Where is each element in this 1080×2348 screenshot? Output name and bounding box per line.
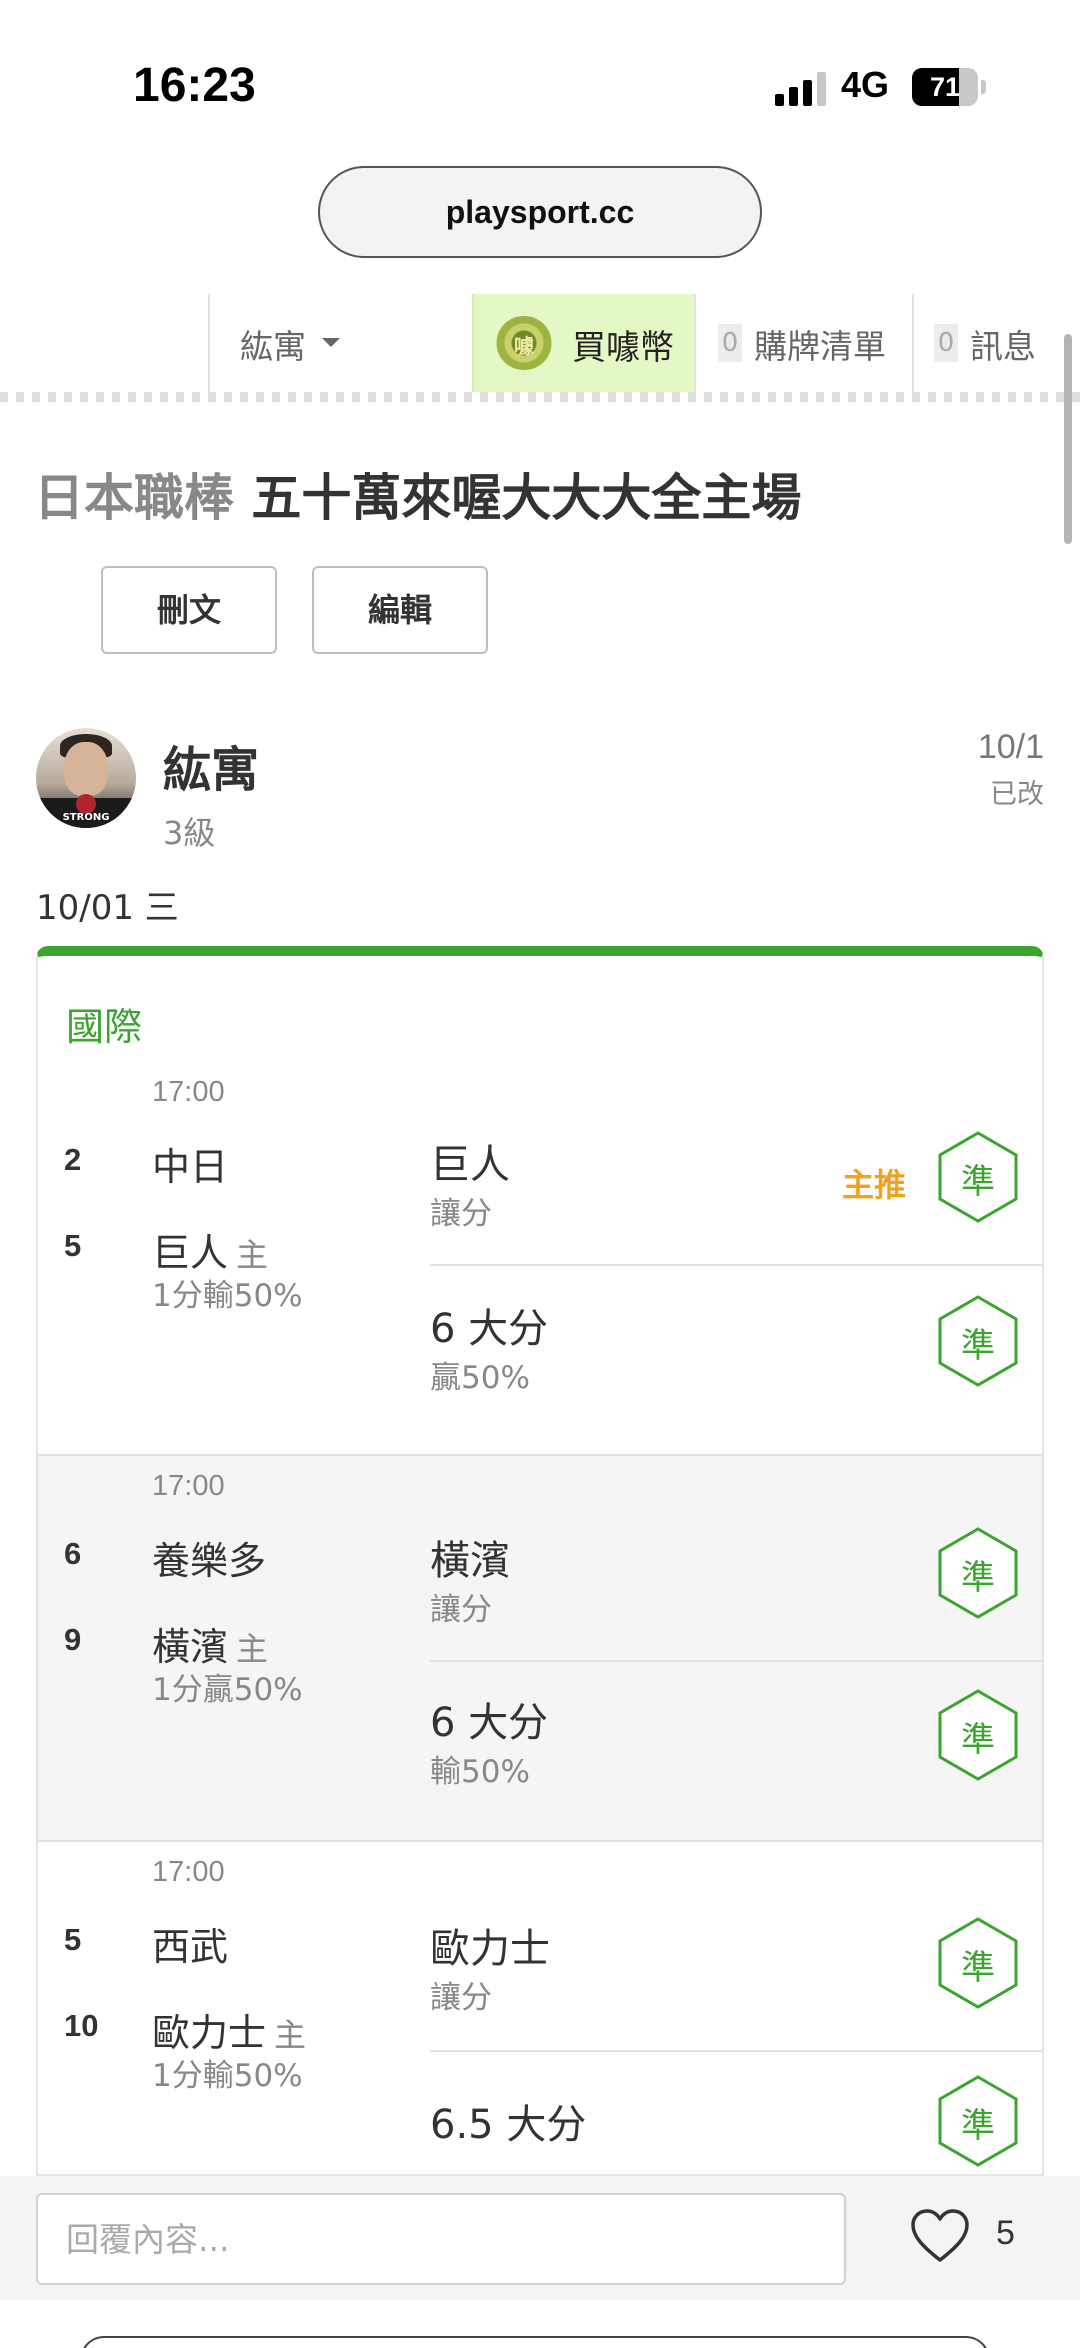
away-rank: 2 <box>64 1142 82 1177</box>
pick-type: 讓分 <box>430 1196 492 1232</box>
pick-total: 6 大分 <box>430 1700 549 1746</box>
pick-type: 讓分 <box>430 1980 492 2016</box>
signal-icon <box>775 72 827 106</box>
user-menu-label: 紘寓 <box>240 327 306 366</box>
game-row: 17:00 6 養樂多 9 橫濱主 1分贏50% 橫濱 讓分 準 6 大分 輸5… <box>38 1456 1042 1842</box>
status-bar: 16:23 4G 71 <box>0 0 1080 150</box>
avatar[interactable]: STRONG <box>36 728 136 828</box>
pick-team: 歐力士 <box>430 1926 550 1972</box>
hex-badge[interactable]: 準 <box>936 1526 1020 1620</box>
heart-icon <box>911 2209 969 2262</box>
reply-input[interactable] <box>36 2193 846 2285</box>
edited-badge: 已改 <box>990 779 1044 810</box>
total-pick: 6.5 大分 準 <box>430 2052 1042 2174</box>
pick-team: 橫濱 <box>430 1538 510 1584</box>
hex-badge[interactable]: 準 <box>936 1294 1020 1388</box>
away-team: 養樂多 <box>152 1539 267 1583</box>
author-name[interactable]: 紘寓 <box>163 730 259 800</box>
page-title: 日本職棒 五十萬來喔大大大全主場 <box>34 458 801 530</box>
pick-result: 贏50% <box>430 1360 530 1396</box>
home-tag: 主 <box>236 1236 269 1274</box>
messages-label: 訊息 <box>970 327 1036 366</box>
battery-icon: 71 <box>912 68 978 106</box>
pick-result: 輸50% <box>430 1754 530 1790</box>
pick-type: 讓分 <box>430 1592 492 1628</box>
network-label: 4G <box>841 64 890 105</box>
home-rank: 9 <box>64 1622 82 1657</box>
post-date: 10/1 <box>977 728 1044 766</box>
reply-bar: 5 <box>0 2176 1080 2300</box>
away-rank: 5 <box>64 1922 82 1957</box>
url-bar[interactable]: playsport.cc <box>318 166 762 258</box>
purchase-list-label: 購牌清單 <box>754 327 886 366</box>
author-level: 3級 <box>163 814 216 852</box>
battery-tip <box>981 80 986 94</box>
home-rank: 5 <box>64 1228 82 1263</box>
pick-team: 巨人 <box>430 1142 510 1188</box>
spread-pick: 巨人 讓分 主推 準 <box>430 1104 1042 1266</box>
status-time: 16:23 <box>133 59 256 112</box>
hex-badge[interactable]: 準 <box>936 1130 1020 1224</box>
buy-coin-label: 買噱幣 <box>572 328 674 368</box>
pick-total: 6.5 大分 <box>430 2102 587 2148</box>
hex-badge[interactable]: 準 <box>936 1688 1020 1782</box>
purchase-list-button[interactable]: 0 購牌清單 <box>694 294 912 392</box>
game-time: 17:00 <box>152 1856 225 1888</box>
home-tag: 主 <box>274 2016 307 2054</box>
game-date: 10/01 三 <box>36 888 179 928</box>
league-label: 國際 <box>66 1005 143 1049</box>
home-rank: 10 <box>64 2008 99 2043</box>
bottom-toolbar-edge <box>80 2336 990 2348</box>
post-title-text: 五十萬來喔大大大全主場 <box>251 469 802 527</box>
game-result: 1分贏50% <box>152 1672 303 1708</box>
total-pick: 6 大分 贏50% 準 <box>430 1266 1042 1428</box>
total-pick: 6 大分 輸50% 準 <box>430 1662 1042 1824</box>
home-tag: 主 <box>236 1630 269 1668</box>
spread-pick: 歐力士 讓分 準 <box>430 1876 1042 2052</box>
game-row: 17:00 5 西武 10 歐力士主 1分輸50% 歐力士 讓分 準 6.5 大… <box>38 1842 1042 2174</box>
edit-post-button[interactable]: 編輯 <box>312 566 488 654</box>
home-team: 歐力士主 <box>152 2011 307 2055</box>
pick-total: 6 大分 <box>430 1306 549 1352</box>
scrollbar[interactable] <box>1064 334 1072 544</box>
avatar-shirt-text: STRONG <box>62 812 110 823</box>
caret-down-icon <box>322 338 340 347</box>
coin-icon: 噱 <box>496 316 552 370</box>
away-team: 中日 <box>152 1145 229 1189</box>
purchase-list-count: 0 <box>718 324 742 362</box>
away-team: 西武 <box>152 1925 229 1969</box>
like-count: 5 <box>996 2214 1015 2252</box>
messages-count: 0 <box>934 324 958 362</box>
game-result: 1分輸50% <box>152 2058 303 2094</box>
game-time: 17:00 <box>152 1470 225 1502</box>
spread-pick: 橫濱 讓分 準 <box>430 1490 1042 1662</box>
hex-badge[interactable]: 準 <box>936 1916 1020 2010</box>
post-league: 日本職棒 <box>34 469 234 527</box>
game-result: 1分輸50% <box>152 1278 303 1314</box>
messages-button[interactable]: 0 訊息 <box>912 294 1080 392</box>
like-button[interactable]: 5 <box>906 2202 1046 2272</box>
featured-badge: 主推 <box>842 1166 907 1204</box>
picks-card: 國際 17:00 2 中日 5 巨人主 1分輸50% 巨人 讓分 主推 準 6 … <box>36 946 1044 2176</box>
home-team: 橫濱主 <box>152 1625 269 1669</box>
battery-level: 71 <box>929 72 961 102</box>
away-rank: 6 <box>64 1536 82 1571</box>
top-nav: 紘寓 噱 買噱幣 0 購牌清單 0 訊息 <box>0 294 1080 392</box>
hex-badge[interactable]: 準 <box>936 2074 1020 2168</box>
game-time: 17:00 <box>152 1076 225 1108</box>
user-menu[interactable]: 紘寓 <box>208 294 472 392</box>
home-team: 巨人主 <box>152 1231 269 1275</box>
game-row: 17:00 2 中日 5 巨人主 1分輸50% 巨人 讓分 主推 準 6 大分 … <box>38 1070 1042 1456</box>
nav-divider <box>0 392 1080 402</box>
delete-post-button[interactable]: 刪文 <box>101 566 277 654</box>
buy-coin-button[interactable]: 噱 買噱幣 <box>472 294 694 392</box>
